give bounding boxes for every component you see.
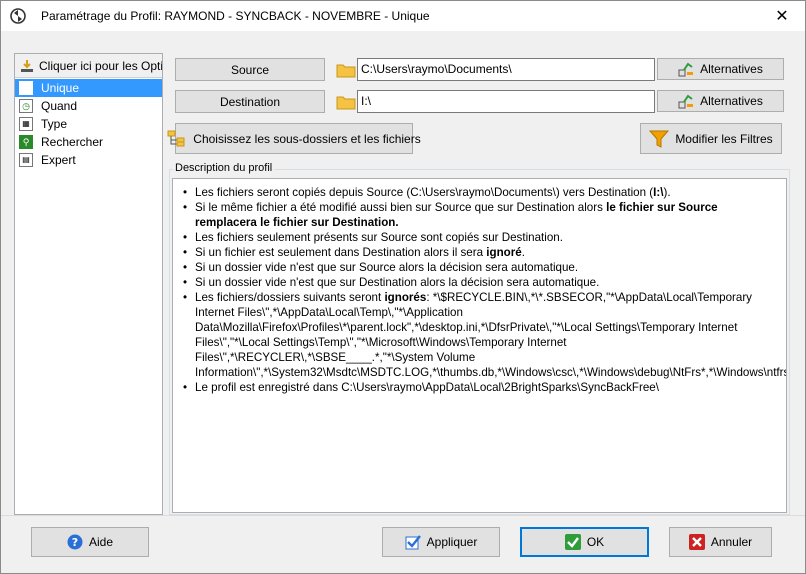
bottom-separator: [1, 515, 805, 516]
destination-folder-icon[interactable]: [336, 92, 356, 112]
nav-item-unique[interactable]: ✔ Unique: [15, 79, 162, 97]
apply-label: Appliquer: [426, 535, 478, 549]
source-folder-icon[interactable]: [336, 60, 356, 80]
ok-button[interactable]: OK: [520, 527, 649, 557]
destination-alternatives-label: Alternatives: [700, 94, 763, 108]
nav-item-label: Quand: [41, 99, 78, 113]
nav-item-label: Rechercher: [41, 135, 104, 149]
description-text: Les fichiers/dossiers suivants seront: [195, 291, 385, 304]
description-text-box[interactable]: Les fichiers seront copiés depuis Source…: [172, 178, 787, 513]
destination-button-label: Destination: [219, 94, 281, 109]
description-item: Si un fichier est seulement dans Destina…: [183, 245, 780, 260]
options-header[interactable]: Cliquer ici pour les Opti: [15, 54, 162, 78]
description-bold-text: ignorés: [384, 291, 427, 304]
nav-item-label: Expert: [41, 153, 76, 167]
description-text: Si un fichier est seulement dans Destina…: [195, 246, 487, 259]
source-alternatives-button[interactable]: Alternatives: [657, 58, 784, 80]
description-item: Le profil est enregistré dans C:\Users\r…: [183, 380, 780, 395]
apply-button[interactable]: Appliquer: [382, 527, 500, 557]
destination-path-input[interactable]: I:\: [357, 90, 655, 113]
cancel-button[interactable]: Annuler: [669, 527, 772, 557]
options-tree: Cliquer ici pour les Opti ✔ Unique ◷ Qua…: [14, 53, 163, 515]
dialog-window: Paramétrage du Profil: RAYMOND - SYNCBAC…: [0, 0, 806, 574]
description-text: ).: [663, 186, 671, 199]
filter-funnel-icon: [649, 129, 670, 149]
alternatives-icon: [678, 61, 694, 77]
description-item: Si un dossier vide n'est que sur Source …: [183, 260, 780, 275]
description-text: Les fichiers seulement présents sur Sour…: [195, 231, 563, 244]
source-button[interactable]: Source: [175, 58, 325, 81]
grid-icon: ▦: [19, 117, 33, 131]
download-arrow-icon: [19, 58, 35, 74]
source-button-label: Source: [230, 62, 270, 77]
help-icon: ?: [67, 534, 83, 550]
description-text: .: [521, 246, 525, 259]
description-label: Description du profil: [173, 162, 275, 174]
description-item: Les fichiers/dossiers suivants seront ig…: [183, 290, 786, 380]
close-icon: ✕: [775, 8, 789, 25]
description-text: Le profil est enregistré dans C:\Users\r…: [195, 381, 659, 394]
cancel-x-icon: [688, 534, 705, 550]
description-bold-text: I:\: [653, 186, 664, 199]
nav-item-label: Unique: [41, 81, 80, 95]
clock-calendar-icon: ◷: [19, 99, 33, 113]
close-button[interactable]: ✕: [759, 1, 805, 31]
apply-icon: [405, 534, 421, 550]
help-button[interactable]: ? Aide: [31, 527, 149, 557]
alternatives-icon: [678, 93, 694, 109]
cancel-label: Annuler: [710, 535, 753, 549]
source-path-input[interactable]: C:\Users\raymo\Documents\: [357, 58, 655, 81]
description-text: Si un dossier vide n'est que sur Source …: [195, 261, 579, 274]
nav-item-label: Type: [41, 117, 68, 131]
description-item: Si un dossier vide n'est que sur Destina…: [183, 275, 780, 290]
destination-button[interactable]: Destination: [175, 90, 325, 113]
window-title: Paramétrage du Profil: RAYMOND - SYNCBAC…: [41, 9, 430, 23]
modify-filters-button[interactable]: Modifier les Filtres: [640, 123, 782, 154]
choose-subfolders-label: Choisissez les sous-dossiers et les fich…: [193, 131, 421, 146]
nav-item-rechercher[interactable]: ⚲ Rechercher: [15, 133, 162, 151]
title-bar: Paramétrage du Profil: RAYMOND - SYNCBAC…: [1, 1, 805, 31]
source-alternatives-label: Alternatives: [700, 62, 763, 76]
modify-filters-label: Modifier les Filtres: [675, 131, 773, 146]
description-item: Si le même fichier a été modifié aussi b…: [183, 200, 780, 230]
nav-item-expert[interactable]: ▤ Expert: [15, 151, 162, 169]
description-text: Les fichiers seront copiés depuis Source…: [195, 186, 654, 199]
description-list: Les fichiers seront copiés depuis Source…: [183, 185, 786, 395]
table-icon: ▤: [19, 153, 33, 167]
description-text: Si un dossier vide n'est que sur Destina…: [195, 276, 600, 289]
description-bold-text: ignoré: [486, 246, 522, 259]
folder-tree-icon: [167, 129, 187, 149]
search-icon: ⚲: [19, 135, 33, 149]
options-header-label: Cliquer ici pour les Opti: [39, 59, 162, 73]
svg-text:?: ?: [72, 536, 78, 549]
nav-item-quand[interactable]: ◷ Quand: [15, 97, 162, 115]
ok-label: OK: [586, 535, 605, 549]
description-text: : *\$RECYCLE.BIN\,*\*.SBSECOR,"*\AppData…: [195, 291, 786, 379]
description-text: Si le même fichier a été modifié aussi b…: [195, 201, 607, 214]
checkbox-icon: ✔: [19, 81, 33, 95]
nav-item-type[interactable]: ▦ Type: [15, 115, 162, 133]
choose-subfolders-button[interactable]: Choisissez les sous-dossiers et les fich…: [167, 123, 421, 154]
syncback-app-icon: [9, 7, 27, 25]
help-label: Aide: [88, 535, 114, 549]
ok-check-icon: [564, 534, 581, 550]
description-item: Les fichiers seulement présents sur Sour…: [183, 230, 780, 245]
destination-alternatives-button[interactable]: Alternatives: [657, 90, 784, 112]
description-item: Les fichiers seront copiés depuis Source…: [183, 185, 780, 200]
